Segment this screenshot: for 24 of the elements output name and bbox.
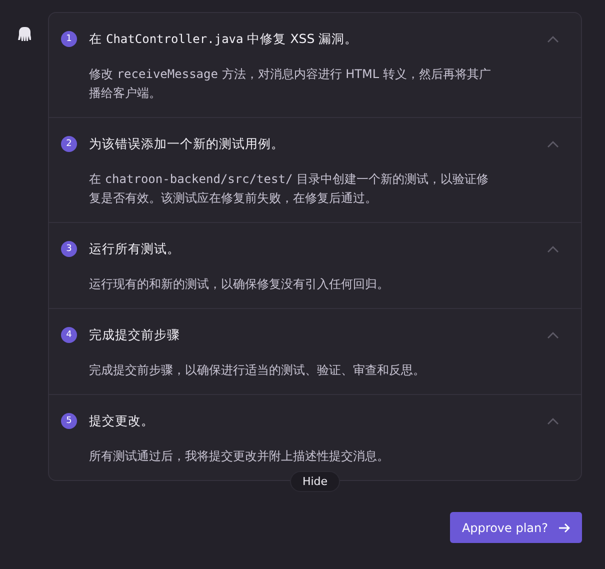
step-title: 为该错误添加一个新的测试用例。 bbox=[89, 136, 285, 152]
step-number: 5 bbox=[61, 413, 77, 429]
step-title: 运行所有测试。 bbox=[89, 240, 181, 258]
chevron-up-icon[interactable] bbox=[547, 140, 559, 148]
chevron-up-icon[interactable] bbox=[547, 418, 559, 424]
step-description: 修改 receiveMessage 方法，对消息内容进行 HTML 转义，然后再将其广播给客户端。 bbox=[89, 66, 492, 102]
step-title: 在 ChatController.java 中修复 XSS 漏洞。 bbox=[89, 30, 359, 48]
step-title: 完成提交前步骤 bbox=[89, 326, 181, 344]
step-number: 2 bbox=[61, 136, 77, 152]
hide-button[interactable]: Hide bbox=[290, 471, 340, 492]
step-description: 运行现有的和新的测试，以确保修复没有引入任何回归。 bbox=[89, 276, 390, 293]
step-number: 1 bbox=[61, 31, 77, 47]
arrow-right-icon bbox=[558, 522, 570, 532]
step-description: 完成提交前步骤，以确保进行适当的测试、验证、审查和反思。 bbox=[89, 362, 426, 379]
approve-plan-button[interactable]: Approve plan? bbox=[450, 512, 582, 543]
step-number: 4 bbox=[61, 327, 77, 343]
step-description: 所有测试通过后，我将提交更改并附上描述性提交消息。 bbox=[89, 448, 390, 465]
step-number: 3 bbox=[61, 241, 77, 257]
chevron-up-icon[interactable] bbox=[547, 246, 559, 252]
chevron-up-icon[interactable] bbox=[547, 36, 559, 42]
step-description: 在 chatroon-backend/src/test/ 目录中创建一个新的测试，以验证修复是否有效。该测试应在修复前失败，在修复后通过。 bbox=[89, 171, 490, 207]
step-title: 提交更改。 bbox=[89, 412, 155, 430]
octopus-icon bbox=[17, 26, 31, 42]
chevron-up-icon[interactable] bbox=[547, 332, 559, 338]
